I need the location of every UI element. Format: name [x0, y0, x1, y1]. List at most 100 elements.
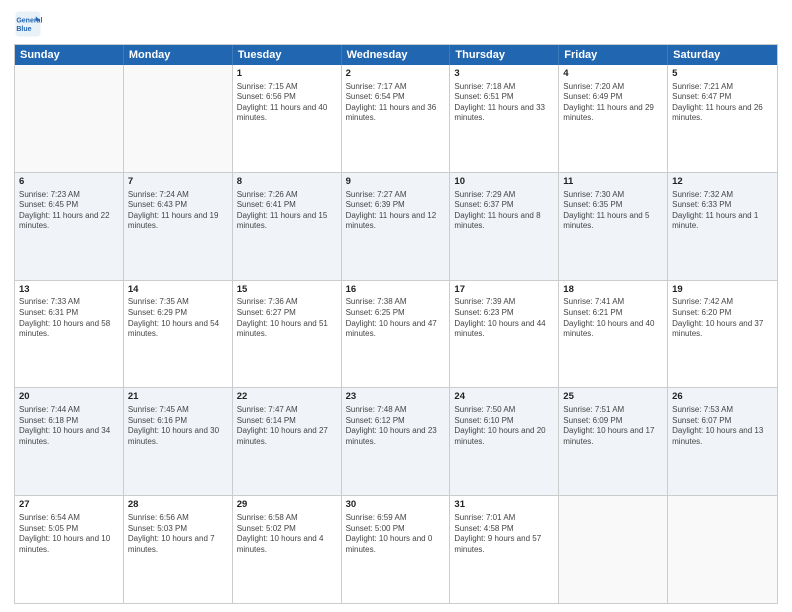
calendar-cell	[15, 65, 124, 172]
calendar-cell: 20Sunrise: 7:44 AMSunset: 6:18 PMDayligh…	[15, 388, 124, 495]
day-number: 9	[346, 176, 446, 189]
calendar-header: SundayMondayTuesdayWednesdayThursdayFrid…	[15, 45, 777, 65]
calendar-cell: 28Sunrise: 6:56 AMSunset: 5:03 PMDayligh…	[124, 496, 233, 603]
calendar-row-1: 6Sunrise: 7:23 AMSunset: 6:45 PMDaylight…	[15, 172, 777, 280]
cell-info: Sunrise: 7:35 AMSunset: 6:29 PMDaylight:…	[128, 297, 228, 339]
cell-info: Sunrise: 7:15 AMSunset: 6:56 PMDaylight:…	[237, 82, 337, 124]
cell-info: Sunrise: 6:56 AMSunset: 5:03 PMDaylight:…	[128, 513, 228, 555]
logo: General Blue	[14, 10, 42, 38]
calendar-cell: 21Sunrise: 7:45 AMSunset: 6:16 PMDayligh…	[124, 388, 233, 495]
calendar-cell: 5Sunrise: 7:21 AMSunset: 6:47 PMDaylight…	[668, 65, 777, 172]
cell-info: Sunrise: 7:48 AMSunset: 6:12 PMDaylight:…	[346, 405, 446, 447]
logo-icon: General Blue	[14, 10, 42, 38]
cell-info: Sunrise: 7:53 AMSunset: 6:07 PMDaylight:…	[672, 405, 773, 447]
calendar-cell: 23Sunrise: 7:48 AMSunset: 6:12 PMDayligh…	[342, 388, 451, 495]
cell-info: Sunrise: 7:30 AMSunset: 6:35 PMDaylight:…	[563, 190, 663, 232]
cell-info: Sunrise: 7:42 AMSunset: 6:20 PMDaylight:…	[672, 297, 773, 339]
calendar-cell: 12Sunrise: 7:32 AMSunset: 6:33 PMDayligh…	[668, 173, 777, 280]
header-day-saturday: Saturday	[668, 45, 777, 65]
day-number: 23	[346, 391, 446, 404]
header-day-monday: Monday	[124, 45, 233, 65]
calendar-cell: 7Sunrise: 7:24 AMSunset: 6:43 PMDaylight…	[124, 173, 233, 280]
day-number: 5	[672, 68, 773, 81]
cell-info: Sunrise: 7:36 AMSunset: 6:27 PMDaylight:…	[237, 297, 337, 339]
calendar-cell: 31Sunrise: 7:01 AMSunset: 4:58 PMDayligh…	[450, 496, 559, 603]
cell-info: Sunrise: 7:21 AMSunset: 6:47 PMDaylight:…	[672, 82, 773, 124]
calendar-cell: 26Sunrise: 7:53 AMSunset: 6:07 PMDayligh…	[668, 388, 777, 495]
day-number: 4	[563, 68, 663, 81]
cell-info: Sunrise: 7:26 AMSunset: 6:41 PMDaylight:…	[237, 190, 337, 232]
cell-info: Sunrise: 7:32 AMSunset: 6:33 PMDaylight:…	[672, 190, 773, 232]
calendar-cell: 25Sunrise: 7:51 AMSunset: 6:09 PMDayligh…	[559, 388, 668, 495]
day-number: 16	[346, 284, 446, 297]
calendar-cell	[559, 496, 668, 603]
calendar-cell: 19Sunrise: 7:42 AMSunset: 6:20 PMDayligh…	[668, 281, 777, 388]
day-number: 13	[19, 284, 119, 297]
day-number: 20	[19, 391, 119, 404]
calendar-cell: 4Sunrise: 7:20 AMSunset: 6:49 PMDaylight…	[559, 65, 668, 172]
day-number: 15	[237, 284, 337, 297]
day-number: 25	[563, 391, 663, 404]
day-number: 27	[19, 499, 119, 512]
calendar-cell: 1Sunrise: 7:15 AMSunset: 6:56 PMDaylight…	[233, 65, 342, 172]
day-number: 24	[454, 391, 554, 404]
calendar-body: 1Sunrise: 7:15 AMSunset: 6:56 PMDaylight…	[15, 65, 777, 603]
cell-info: Sunrise: 7:38 AMSunset: 6:25 PMDaylight:…	[346, 297, 446, 339]
cell-info: Sunrise: 7:24 AMSunset: 6:43 PMDaylight:…	[128, 190, 228, 232]
calendar-row-3: 20Sunrise: 7:44 AMSunset: 6:18 PMDayligh…	[15, 387, 777, 495]
calendar: SundayMondayTuesdayWednesdayThursdayFrid…	[14, 44, 778, 604]
calendar-cell: 8Sunrise: 7:26 AMSunset: 6:41 PMDaylight…	[233, 173, 342, 280]
calendar-cell: 16Sunrise: 7:38 AMSunset: 6:25 PMDayligh…	[342, 281, 451, 388]
header-day-tuesday: Tuesday	[233, 45, 342, 65]
day-number: 10	[454, 176, 554, 189]
day-number: 29	[237, 499, 337, 512]
day-number: 28	[128, 499, 228, 512]
calendar-cell	[124, 65, 233, 172]
calendar-cell: 11Sunrise: 7:30 AMSunset: 6:35 PMDayligh…	[559, 173, 668, 280]
cell-info: Sunrise: 7:39 AMSunset: 6:23 PMDaylight:…	[454, 297, 554, 339]
cell-info: Sunrise: 7:29 AMSunset: 6:37 PMDaylight:…	[454, 190, 554, 232]
cell-info: Sunrise: 6:58 AMSunset: 5:02 PMDaylight:…	[237, 513, 337, 555]
day-number: 7	[128, 176, 228, 189]
calendar-row-2: 13Sunrise: 7:33 AMSunset: 6:31 PMDayligh…	[15, 280, 777, 388]
cell-info: Sunrise: 7:17 AMSunset: 6:54 PMDaylight:…	[346, 82, 446, 124]
day-number: 19	[672, 284, 773, 297]
cell-info: Sunrise: 7:47 AMSunset: 6:14 PMDaylight:…	[237, 405, 337, 447]
day-number: 8	[237, 176, 337, 189]
day-number: 1	[237, 68, 337, 81]
cell-info: Sunrise: 7:45 AMSunset: 6:16 PMDaylight:…	[128, 405, 228, 447]
calendar-cell: 9Sunrise: 7:27 AMSunset: 6:39 PMDaylight…	[342, 173, 451, 280]
calendar-cell	[668, 496, 777, 603]
calendar-cell: 17Sunrise: 7:39 AMSunset: 6:23 PMDayligh…	[450, 281, 559, 388]
calendar-cell: 14Sunrise: 7:35 AMSunset: 6:29 PMDayligh…	[124, 281, 233, 388]
day-number: 14	[128, 284, 228, 297]
cell-info: Sunrise: 7:44 AMSunset: 6:18 PMDaylight:…	[19, 405, 119, 447]
calendar-cell: 6Sunrise: 7:23 AMSunset: 6:45 PMDaylight…	[15, 173, 124, 280]
cell-info: Sunrise: 7:50 AMSunset: 6:10 PMDaylight:…	[454, 405, 554, 447]
calendar-cell: 27Sunrise: 6:54 AMSunset: 5:05 PMDayligh…	[15, 496, 124, 603]
calendar-cell: 10Sunrise: 7:29 AMSunset: 6:37 PMDayligh…	[450, 173, 559, 280]
day-number: 30	[346, 499, 446, 512]
day-number: 18	[563, 284, 663, 297]
calendar-cell: 3Sunrise: 7:18 AMSunset: 6:51 PMDaylight…	[450, 65, 559, 172]
cell-info: Sunrise: 7:23 AMSunset: 6:45 PMDaylight:…	[19, 190, 119, 232]
day-number: 17	[454, 284, 554, 297]
cell-info: Sunrise: 7:01 AMSunset: 4:58 PMDaylight:…	[454, 513, 554, 555]
day-number: 3	[454, 68, 554, 81]
calendar-cell: 18Sunrise: 7:41 AMSunset: 6:21 PMDayligh…	[559, 281, 668, 388]
calendar-cell: 24Sunrise: 7:50 AMSunset: 6:10 PMDayligh…	[450, 388, 559, 495]
calendar-cell: 22Sunrise: 7:47 AMSunset: 6:14 PMDayligh…	[233, 388, 342, 495]
cell-info: Sunrise: 6:59 AMSunset: 5:00 PMDaylight:…	[346, 513, 446, 555]
header: General Blue	[14, 10, 778, 38]
day-number: 22	[237, 391, 337, 404]
header-day-wednesday: Wednesday	[342, 45, 451, 65]
calendar-cell: 15Sunrise: 7:36 AMSunset: 6:27 PMDayligh…	[233, 281, 342, 388]
calendar-cell: 13Sunrise: 7:33 AMSunset: 6:31 PMDayligh…	[15, 281, 124, 388]
cell-info: Sunrise: 7:51 AMSunset: 6:09 PMDaylight:…	[563, 405, 663, 447]
cell-info: Sunrise: 6:54 AMSunset: 5:05 PMDaylight:…	[19, 513, 119, 555]
calendar-cell: 2Sunrise: 7:17 AMSunset: 6:54 PMDaylight…	[342, 65, 451, 172]
calendar-row-0: 1Sunrise: 7:15 AMSunset: 6:56 PMDaylight…	[15, 65, 777, 172]
calendar-row-4: 27Sunrise: 6:54 AMSunset: 5:05 PMDayligh…	[15, 495, 777, 603]
day-number: 21	[128, 391, 228, 404]
header-day-thursday: Thursday	[450, 45, 559, 65]
